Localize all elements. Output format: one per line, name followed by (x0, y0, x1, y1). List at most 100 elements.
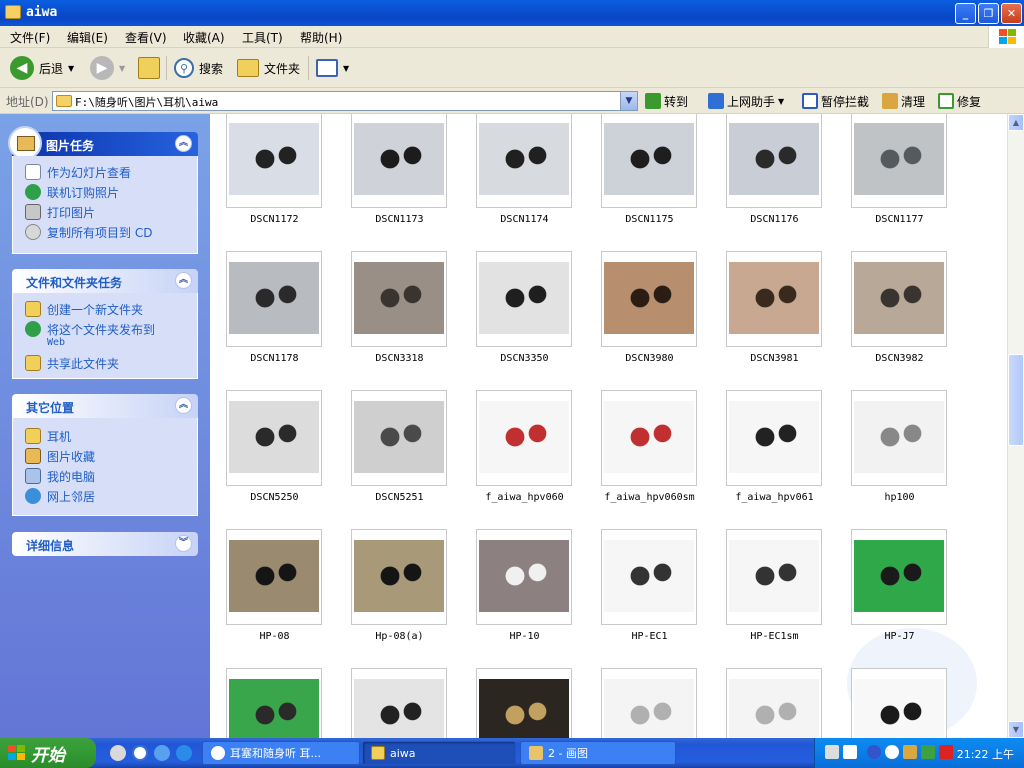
menu-favorites[interactable]: 收藏(A) (183, 29, 225, 46)
close-button[interactable]: ✕ (1001, 3, 1022, 24)
file-name[interactable]: DSCN1177 (837, 214, 962, 225)
file-name[interactable]: f_aiwa_hpv061 (712, 492, 837, 503)
start-button[interactable]: 开始 (0, 738, 96, 768)
scroll-thumb[interactable] (1008, 354, 1024, 446)
file-name[interactable]: DSCN1172 (212, 214, 337, 225)
thumbnail[interactable] (726, 114, 822, 208)
picture-tasks-header[interactable]: 图片任务 ︽ (8, 126, 198, 160)
thumbnail[interactable] (601, 668, 697, 738)
place-my-computer[interactable]: 我的电脑 (25, 468, 95, 485)
keyboard-icon[interactable] (825, 745, 839, 759)
back-button[interactable]: ◀ 后退 ▼ (10, 56, 74, 80)
file-name[interactable]: DSCN5250 (212, 492, 337, 503)
thumbnail[interactable] (226, 251, 322, 347)
thumbnail[interactable] (476, 114, 572, 208)
thumbnail[interactable] (476, 668, 572, 738)
collapse-chevron-icon[interactable]: ︽ (175, 272, 192, 289)
task-slideshow[interactable]: 作为幻灯片查看 (25, 164, 131, 181)
thumbnail[interactable] (351, 390, 447, 486)
assistant-button[interactable]: 上网助手 ▼ (708, 92, 784, 110)
file-name[interactable]: DSCN3980 (587, 353, 712, 364)
thumbnail[interactable] (851, 251, 947, 347)
file-name[interactable]: DSCN1176 (712, 214, 837, 225)
file-name[interactable]: DSCN1175 (587, 214, 712, 225)
collapse-chevron-icon[interactable]: ︽ (175, 397, 192, 414)
folders-button[interactable]: 文件夹 (237, 56, 300, 80)
thumbnail[interactable] (601, 529, 697, 625)
thumbnail[interactable] (601, 390, 697, 486)
file-name[interactable]: DSCN3350 (462, 353, 587, 364)
thumbnail[interactable] (351, 529, 447, 625)
file-name[interactable]: DSCN5251 (337, 492, 462, 503)
expand-chevron-icon[interactable]: ︾ (175, 535, 192, 552)
address-dropdown-icon[interactable]: ▼ (620, 92, 637, 110)
thumbnail[interactable] (851, 529, 947, 625)
assistant-dropdown-icon[interactable]: ▼ (778, 97, 784, 106)
antivirus-icon[interactable] (939, 745, 953, 759)
quicklaunch-icon[interactable] (132, 745, 148, 761)
details-header[interactable]: 详细信息 ︾ (12, 532, 198, 556)
taskbar-item-aiwa[interactable]: aiwa (362, 741, 516, 765)
block-popup-button[interactable]: 暂停拦截 (802, 92, 869, 110)
back-nav-icon[interactable] (867, 745, 881, 759)
thumbnail[interactable] (851, 668, 947, 738)
file-name[interactable]: DSCN3982 (837, 353, 962, 364)
menu-file[interactable]: 文件(F) (10, 29, 50, 46)
file-name[interactable]: DSCN3981 (712, 353, 837, 364)
thumbnail[interactable] (601, 251, 697, 347)
file-name[interactable]: HP-08 (212, 631, 337, 642)
network-icon[interactable] (921, 745, 935, 759)
collapse-chevron-icon[interactable]: ︽ (175, 135, 192, 152)
scroll-down-icon[interactable]: ▼ (1008, 721, 1024, 738)
up-button[interactable] (138, 56, 160, 80)
forward-dropdown-icon[interactable]: ▼ (119, 64, 125, 73)
task-order-prints[interactable]: 联机订购照片 (25, 184, 119, 201)
thumbnail[interactable] (851, 390, 947, 486)
menu-help[interactable]: 帮助(H) (300, 29, 342, 46)
thumbnail[interactable] (476, 390, 572, 486)
task-publish-web[interactable]: 将这个文件夹发布到 Web (25, 321, 155, 348)
views-dropdown-icon[interactable]: ▼ (343, 64, 349, 73)
file-name[interactable]: f_aiwa_hpv060sm (587, 492, 712, 503)
minimize-button[interactable]: _ (955, 3, 976, 24)
tray-app-icon[interactable] (903, 745, 917, 759)
taskbar-item-paint[interactable]: 2 - 画图 (520, 741, 676, 765)
file-view[interactable]: DSCN1172 DSCN1173 DSCN1174 DSCN1175 DSCN1176… (210, 114, 1007, 738)
file-tasks-header[interactable]: 文件和文件夹任务 ︽ (12, 269, 198, 293)
file-name[interactable]: DSCN1178 (212, 353, 337, 364)
file-name[interactable]: HP-EC1sm (712, 631, 837, 642)
task-share-folder[interactable]: 共享此文件夹 (25, 355, 119, 372)
file-name[interactable]: Hp-08(a) (337, 631, 462, 642)
place-earphones[interactable]: 耳机 (25, 428, 71, 445)
forward-button[interactable]: ▶ ▼ (90, 56, 125, 80)
thumbnail[interactable] (351, 114, 447, 208)
place-my-pictures[interactable]: 图片收藏 (25, 448, 95, 465)
thumbnail[interactable] (726, 251, 822, 347)
help-icon[interactable] (843, 745, 857, 759)
thumbnail[interactable] (226, 668, 322, 738)
thumbnail[interactable] (726, 529, 822, 625)
quicklaunch-icon[interactable] (176, 745, 192, 761)
thumbnail[interactable] (851, 114, 947, 208)
thumbnail[interactable] (601, 114, 697, 208)
maximize-button[interactable]: ❐ (978, 3, 999, 24)
file-name[interactable]: hp100 (837, 492, 962, 503)
title-bar[interactable]: aiwa _ ❐ ✕ (0, 0, 1024, 26)
thumbnail[interactable] (476, 529, 572, 625)
scroll-up-icon[interactable]: ▲ (1008, 114, 1024, 131)
thumbnail[interactable] (226, 114, 322, 208)
thumbnail[interactable] (226, 529, 322, 625)
task-copy-to-cd[interactable]: 复制所有项目到 CD (25, 224, 152, 241)
thumbnail[interactable] (226, 390, 322, 486)
thumbnail[interactable] (351, 251, 447, 347)
file-name[interactable]: HP-EC1 (587, 631, 712, 642)
tray-app-icon[interactable] (885, 745, 899, 759)
file-name[interactable]: DSCN3318 (337, 353, 462, 364)
views-button[interactable]: ▼ (316, 56, 349, 80)
other-places-header[interactable]: 其它位置 ︽ (12, 394, 198, 418)
back-dropdown-icon[interactable]: ▼ (68, 64, 74, 73)
file-name[interactable]: f_aiwa_hpv060 (462, 492, 587, 503)
file-name[interactable]: HP-10 (462, 631, 587, 642)
file-name[interactable]: HP-J7 (837, 631, 962, 642)
task-new-folder[interactable]: 创建一个新文件夹 (25, 301, 143, 318)
